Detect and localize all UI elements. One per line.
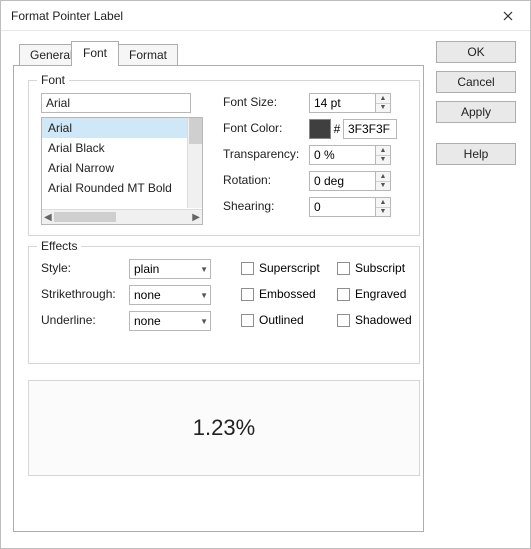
style-label: Style:: [41, 261, 71, 275]
shearing-value[interactable]: 0: [309, 197, 375, 217]
rotation-label: Rotation:: [223, 173, 271, 187]
checkbox-label: Outlined: [259, 313, 304, 327]
font-name-input[interactable]: [41, 93, 191, 113]
font-list-item[interactable]: Arial Black: [42, 138, 202, 158]
superscript-checkbox[interactable]: Superscript: [241, 261, 320, 275]
underline-value: none: [134, 314, 161, 328]
tab-strip: General Font Format: [13, 41, 424, 65]
checkbox-icon: [337, 314, 350, 327]
shearing-stepper[interactable]: 0 ▲▼: [309, 197, 391, 217]
font-list-item[interactable]: Arial Narrow: [42, 158, 202, 178]
shearing-label: Shearing:: [223, 199, 274, 213]
chevron-down-icon: ▼: [200, 265, 208, 274]
scroll-left-icon[interactable]: ◀: [44, 212, 52, 223]
font-list[interactable]: Arial Arial Black Arial Narrow Arial Rou…: [41, 117, 203, 225]
font-group: Font Arial Arial Black Arial Narrow Aria…: [28, 80, 420, 236]
spin-up-icon[interactable]: ▲: [376, 172, 390, 182]
dialog-body: General Font Format Font Arial Arial Bla…: [1, 31, 530, 548]
spin-buttons[interactable]: ▲▼: [375, 171, 391, 191]
strike-value: none: [134, 288, 161, 302]
scroll-track[interactable]: [54, 212, 191, 222]
tab-panel: Font Arial Arial Black Arial Narrow Aria…: [13, 65, 424, 532]
dialog-window: Format Pointer Label General Font Format…: [0, 0, 531, 549]
rotation-stepper[interactable]: 0 deg ▲▼: [309, 171, 391, 191]
chevron-down-icon: ▼: [200, 317, 208, 326]
left-column: General Font Format Font Arial Arial Bla…: [13, 41, 424, 536]
titlebar: Format Pointer Label: [1, 1, 530, 31]
outlined-checkbox[interactable]: Outlined: [241, 313, 304, 327]
effects-group: Effects Style: plain▼ Strikethrough: non…: [28, 246, 420, 364]
checkbox-icon: [241, 262, 254, 275]
chevron-down-icon: ▼: [200, 291, 208, 300]
close-button[interactable]: [486, 2, 530, 30]
spin-up-icon[interactable]: ▲: [376, 146, 390, 156]
checkbox-label: Superscript: [259, 261, 320, 275]
strike-combo[interactable]: none ▼: [129, 285, 211, 305]
font-list-item[interactable]: Arial Rounded MT Bold: [42, 178, 202, 194]
spin-buttons[interactable]: ▲▼: [375, 197, 391, 217]
checkbox-label: Engraved: [355, 287, 406, 301]
scroll-thumb[interactable]: [189, 118, 202, 144]
transparency-label: Transparency:: [223, 147, 299, 161]
tab-format[interactable]: Format: [118, 44, 178, 65]
font-size-value[interactable]: 14 pt: [309, 93, 375, 113]
spin-up-icon[interactable]: ▲: [376, 94, 390, 104]
font-group-legend: Font: [37, 73, 69, 87]
checkbox-label: Subscript: [355, 261, 405, 275]
embossed-checkbox[interactable]: Embossed: [241, 287, 316, 301]
subscript-checkbox[interactable]: Subscript: [337, 261, 405, 275]
checkbox-icon: [241, 314, 254, 327]
strike-label: Strikethrough:: [41, 287, 116, 301]
underline-combo[interactable]: none ▼: [129, 311, 211, 331]
close-icon: [503, 11, 513, 21]
effects-group-legend: Effects: [37, 239, 81, 253]
transparency-value[interactable]: 0 %: [309, 145, 375, 165]
engraved-checkbox[interactable]: Engraved: [337, 287, 406, 301]
ok-button[interactable]: OK: [436, 41, 516, 63]
spin-buttons[interactable]: ▲▼: [375, 145, 391, 165]
checkbox-icon: [241, 288, 254, 301]
spin-down-icon[interactable]: ▼: [376, 156, 390, 165]
spin-up-icon[interactable]: ▲: [376, 198, 390, 208]
style-combo[interactable]: plain ▼: [129, 259, 211, 279]
vertical-scrollbar[interactable]: [187, 118, 202, 208]
tab-font[interactable]: Font: [71, 41, 119, 65]
spin-down-icon[interactable]: ▼: [376, 208, 390, 217]
hash-label: #: [331, 122, 343, 136]
transparency-stepper[interactable]: 0 % ▲▼: [309, 145, 391, 165]
font-size-stepper[interactable]: 14 pt ▲▼: [309, 93, 391, 113]
font-color-row: #: [309, 119, 397, 139]
rotation-value[interactable]: 0 deg: [309, 171, 375, 191]
checkbox-icon: [337, 288, 350, 301]
scroll-right-icon[interactable]: ▶: [192, 212, 200, 223]
color-swatch[interactable]: [309, 119, 331, 139]
shadowed-checkbox[interactable]: Shadowed: [337, 313, 412, 327]
window-title: Format Pointer Label: [11, 9, 123, 23]
color-hex-input[interactable]: [343, 119, 397, 139]
font-list-item[interactable]: Arial: [42, 118, 202, 138]
right-column: OK Cancel Apply Help: [436, 41, 518, 536]
cancel-button[interactable]: Cancel: [436, 71, 516, 93]
preview-text: 1.23%: [193, 415, 255, 441]
apply-button[interactable]: Apply: [436, 101, 516, 123]
checkbox-label: Embossed: [259, 287, 316, 301]
preview-panel: 1.23%: [28, 380, 420, 476]
spin-down-icon[interactable]: ▼: [376, 104, 390, 113]
font-color-label: Font Color:: [223, 121, 282, 135]
spin-down-icon[interactable]: ▼: [376, 182, 390, 191]
checkbox-label: Shadowed: [355, 313, 412, 327]
horizontal-scrollbar[interactable]: ◀ ▶: [42, 209, 202, 224]
scroll-thumb[interactable]: [54, 212, 116, 222]
checkbox-icon: [337, 262, 350, 275]
spin-buttons[interactable]: ▲▼: [375, 93, 391, 113]
font-size-label: Font Size:: [223, 95, 277, 109]
underline-label: Underline:: [41, 313, 96, 327]
style-value: plain: [134, 262, 159, 276]
help-button[interactable]: Help: [436, 143, 516, 165]
